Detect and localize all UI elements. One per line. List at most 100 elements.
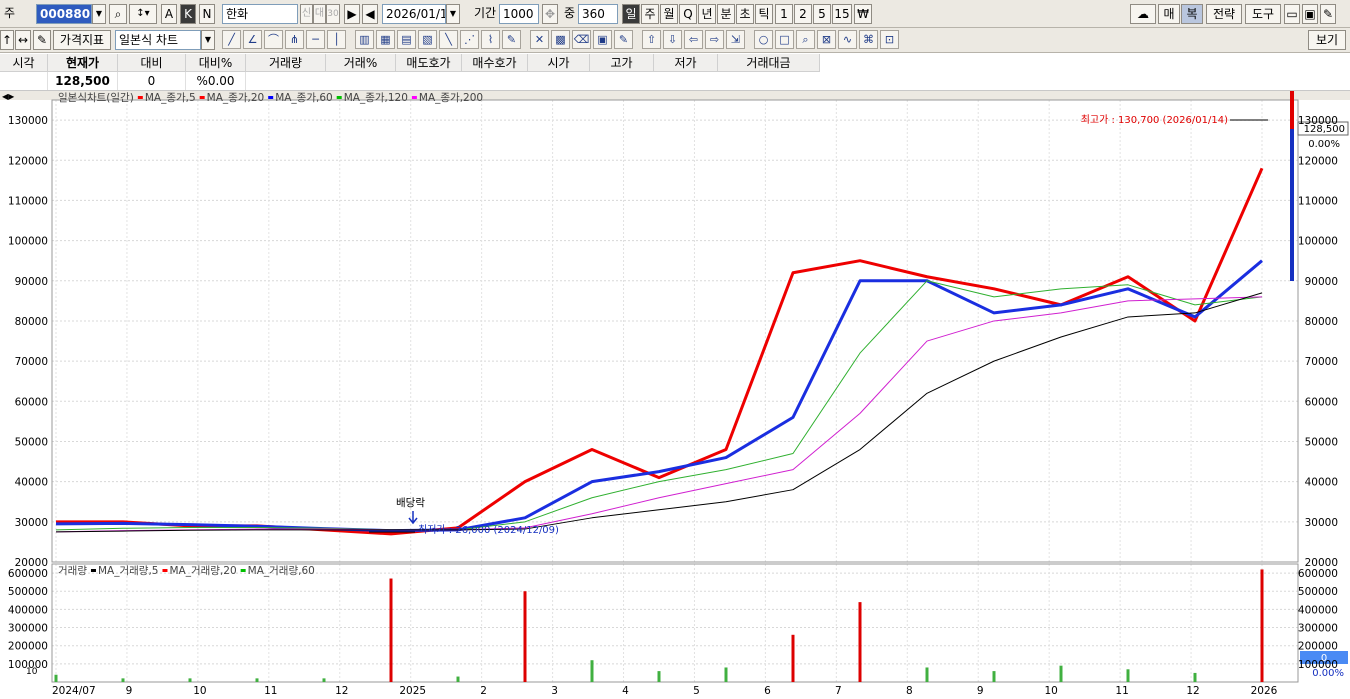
chart-type-dropdown-button[interactable]: ▼ (201, 30, 215, 50)
trendline-tool-icon[interactable]: ╱ (222, 30, 241, 49)
ak-button-a[interactable]: A (161, 4, 177, 24)
left-tool-icon[interactable]: ⇦ (684, 30, 703, 49)
cross-tool-icon[interactable]: ✕ (530, 30, 549, 49)
wave-tool-icon[interactable]: ⌇ (481, 30, 500, 49)
fan-tool-icon[interactable]: ⋰ (460, 30, 479, 49)
select-tool-icon[interactable]: ⊠ (817, 30, 836, 49)
ak-button-n[interactable]: N (199, 4, 215, 24)
ak-button-k[interactable]: K (180, 4, 196, 24)
sort-dropdown-button[interactable]: ↕▾ (129, 4, 157, 24)
volume-axis-left-label: 100000 (8, 659, 48, 671)
volume-bar (121, 678, 125, 682)
sin-button[interactable]: 신 (300, 4, 313, 24)
box-tool-icon[interactable]: ▣ (593, 30, 612, 49)
x-axis-label: 11 (264, 685, 277, 697)
copy-button[interactable]: 복 (1181, 4, 1203, 24)
currency-button[interactable]: ₩ (854, 4, 872, 24)
tools-button[interactable]: 도구 (1245, 4, 1281, 24)
vline-tool-icon[interactable]: │ (327, 30, 346, 49)
up-tool-icon[interactable]: ⇧ (642, 30, 661, 49)
expand-icon[interactable]: ↔ (15, 30, 31, 50)
zoom-tool-icon[interactable]: ⌕ (796, 30, 815, 49)
date-field[interactable]: 2026/01/15 (382, 4, 446, 24)
trade-button[interactable]: 매 (1158, 4, 1180, 24)
legend-label: MA_종가,60 (275, 92, 333, 104)
period-week-button[interactable]: 주 (641, 4, 659, 24)
grid1-tool-icon[interactable]: ▥ (355, 30, 374, 49)
chart-type-select[interactable]: 일본식 차트 (115, 30, 201, 50)
date-dropdown-button[interactable]: ▼ (446, 4, 460, 24)
price-axis-right-label: 50000 (1305, 436, 1338, 448)
grid2-tool-icon[interactable]: ▦ (376, 30, 395, 49)
period-minute-button[interactable]: 분 (717, 4, 735, 24)
note-tool-icon[interactable]: ✎ (614, 30, 633, 49)
volume-bar (1260, 569, 1264, 682)
pen-tool-icon[interactable]: ✎ (502, 30, 521, 49)
drawing-toolbar: ↑ ↔ ✎ 가격지표 일본식 차트 ▼ ╱ ∠ ⌒ ⋔ ─ │ ▥ ▦ ▤ ▧ ╲ ⋰ ⌇ ✎ ✕ ▩ ⌫ ▣ ✎ ⇧… (0, 28, 1350, 53)
period-quarter-button[interactable]: Q (679, 4, 697, 24)
eraser-tool-icon[interactable]: ⌫ (572, 30, 591, 49)
frame-tool-icon[interactable]: ⊡ (880, 30, 899, 49)
palette-tool-icon[interactable]: ▩ (551, 30, 570, 49)
period-15-button[interactable]: 15 (832, 4, 852, 24)
grid4-tool-icon[interactable]: ▧ (418, 30, 437, 49)
save-icon[interactable]: ▣ (1302, 4, 1318, 24)
wrench-icon[interactable]: ✎ (1320, 4, 1336, 24)
period-2-button[interactable]: 2 (794, 4, 812, 24)
period-day-button[interactable]: 일 (622, 4, 640, 24)
circle-tool-icon[interactable]: ○ (754, 30, 773, 49)
price-chart[interactable]: ◀▶ 일본식차트(일간) MA_종가,5 MA_종가,20 MA_종가,60 MA_종… (0, 91, 1350, 699)
volume-bar (255, 678, 259, 682)
square-tool-icon[interactable]: □ (775, 30, 794, 49)
prev-icon[interactable]: ◀ (362, 4, 378, 24)
period-5-button[interactable]: 5 (813, 4, 831, 24)
folder-icon[interactable]: ▭ (1284, 4, 1300, 24)
legend-label: MA_거래량,60 (248, 565, 315, 577)
view-button[interactable]: 보기 (1308, 30, 1346, 50)
cycle-tool-icon[interactable]: ∿ (838, 30, 857, 49)
change-pct-label: 0.00% (1308, 139, 1340, 150)
fork-tool-icon[interactable]: ⋔ (285, 30, 304, 49)
stock-name-field[interactable]: 한화 (222, 4, 298, 24)
down-tool-icon[interactable]: ⇩ (663, 30, 682, 49)
collapse-arrows-icon[interactable]: ◀▶ (2, 92, 15, 101)
price-axis-left-label: 120000 (8, 155, 48, 167)
period-second-button[interactable]: 초 (736, 4, 754, 24)
stock-code-dropdown-button[interactable]: ▼ (92, 4, 106, 24)
legend-label: MA_거래량,20 (169, 565, 236, 577)
volume-bar (858, 602, 862, 682)
angle-tool-icon[interactable]: ∠ (243, 30, 262, 49)
period-1-button[interactable]: 1 (775, 4, 793, 24)
stock-code-input[interactable]: 000880 (36, 4, 92, 24)
period-year-button[interactable]: 년 (698, 4, 716, 24)
play-icon[interactable]: ▶ (344, 4, 360, 24)
grid3-tool-icon[interactable]: ▤ (397, 30, 416, 49)
period-tick-button[interactable]: 틱 (755, 4, 773, 24)
arc-tool-icon[interactable]: ⌒ (264, 30, 283, 49)
num-button[interactable]: 30 (326, 4, 340, 24)
quote-header-low: 저가 (654, 54, 718, 72)
wave2-tool-icon[interactable]: ⌘ (859, 30, 878, 49)
export-tool-icon[interactable]: ⇲ (726, 30, 745, 49)
period-input[interactable]: 1000 (499, 4, 539, 24)
move-icon[interactable]: ✥ (542, 4, 558, 24)
x-axis-label: 2024/07 (52, 685, 96, 697)
search-icon[interactable]: ⌕ (109, 4, 127, 24)
hline-tool-icon[interactable]: ─ (306, 30, 325, 49)
zoom-input[interactable]: 360 (578, 4, 618, 24)
dae-button[interactable]: 대 (313, 4, 326, 24)
price-indicator-button[interactable]: 가격지표 (53, 30, 111, 50)
dline-tool-icon[interactable]: ╲ (439, 30, 458, 49)
legend-label: MA_종가,20 (207, 92, 265, 104)
price-axis-left-label: 80000 (15, 316, 48, 328)
volume-bar (322, 678, 326, 682)
up-arrow-icon[interactable]: ↑ (0, 30, 14, 50)
strategy-button[interactable]: 전략 (1206, 4, 1242, 24)
right-tool-icon[interactable]: ⇨ (705, 30, 724, 49)
cloud-icon[interactable]: ☁ (1130, 4, 1156, 24)
price-axis-right-label: 90000 (1305, 276, 1338, 288)
quote-header-volume-pct: 거래% (326, 54, 396, 72)
period-month-button[interactable]: 월 (660, 4, 678, 24)
edit-icon[interactable]: ✎ (33, 30, 51, 50)
volume-axis-right-label: 100000 (1298, 659, 1338, 671)
